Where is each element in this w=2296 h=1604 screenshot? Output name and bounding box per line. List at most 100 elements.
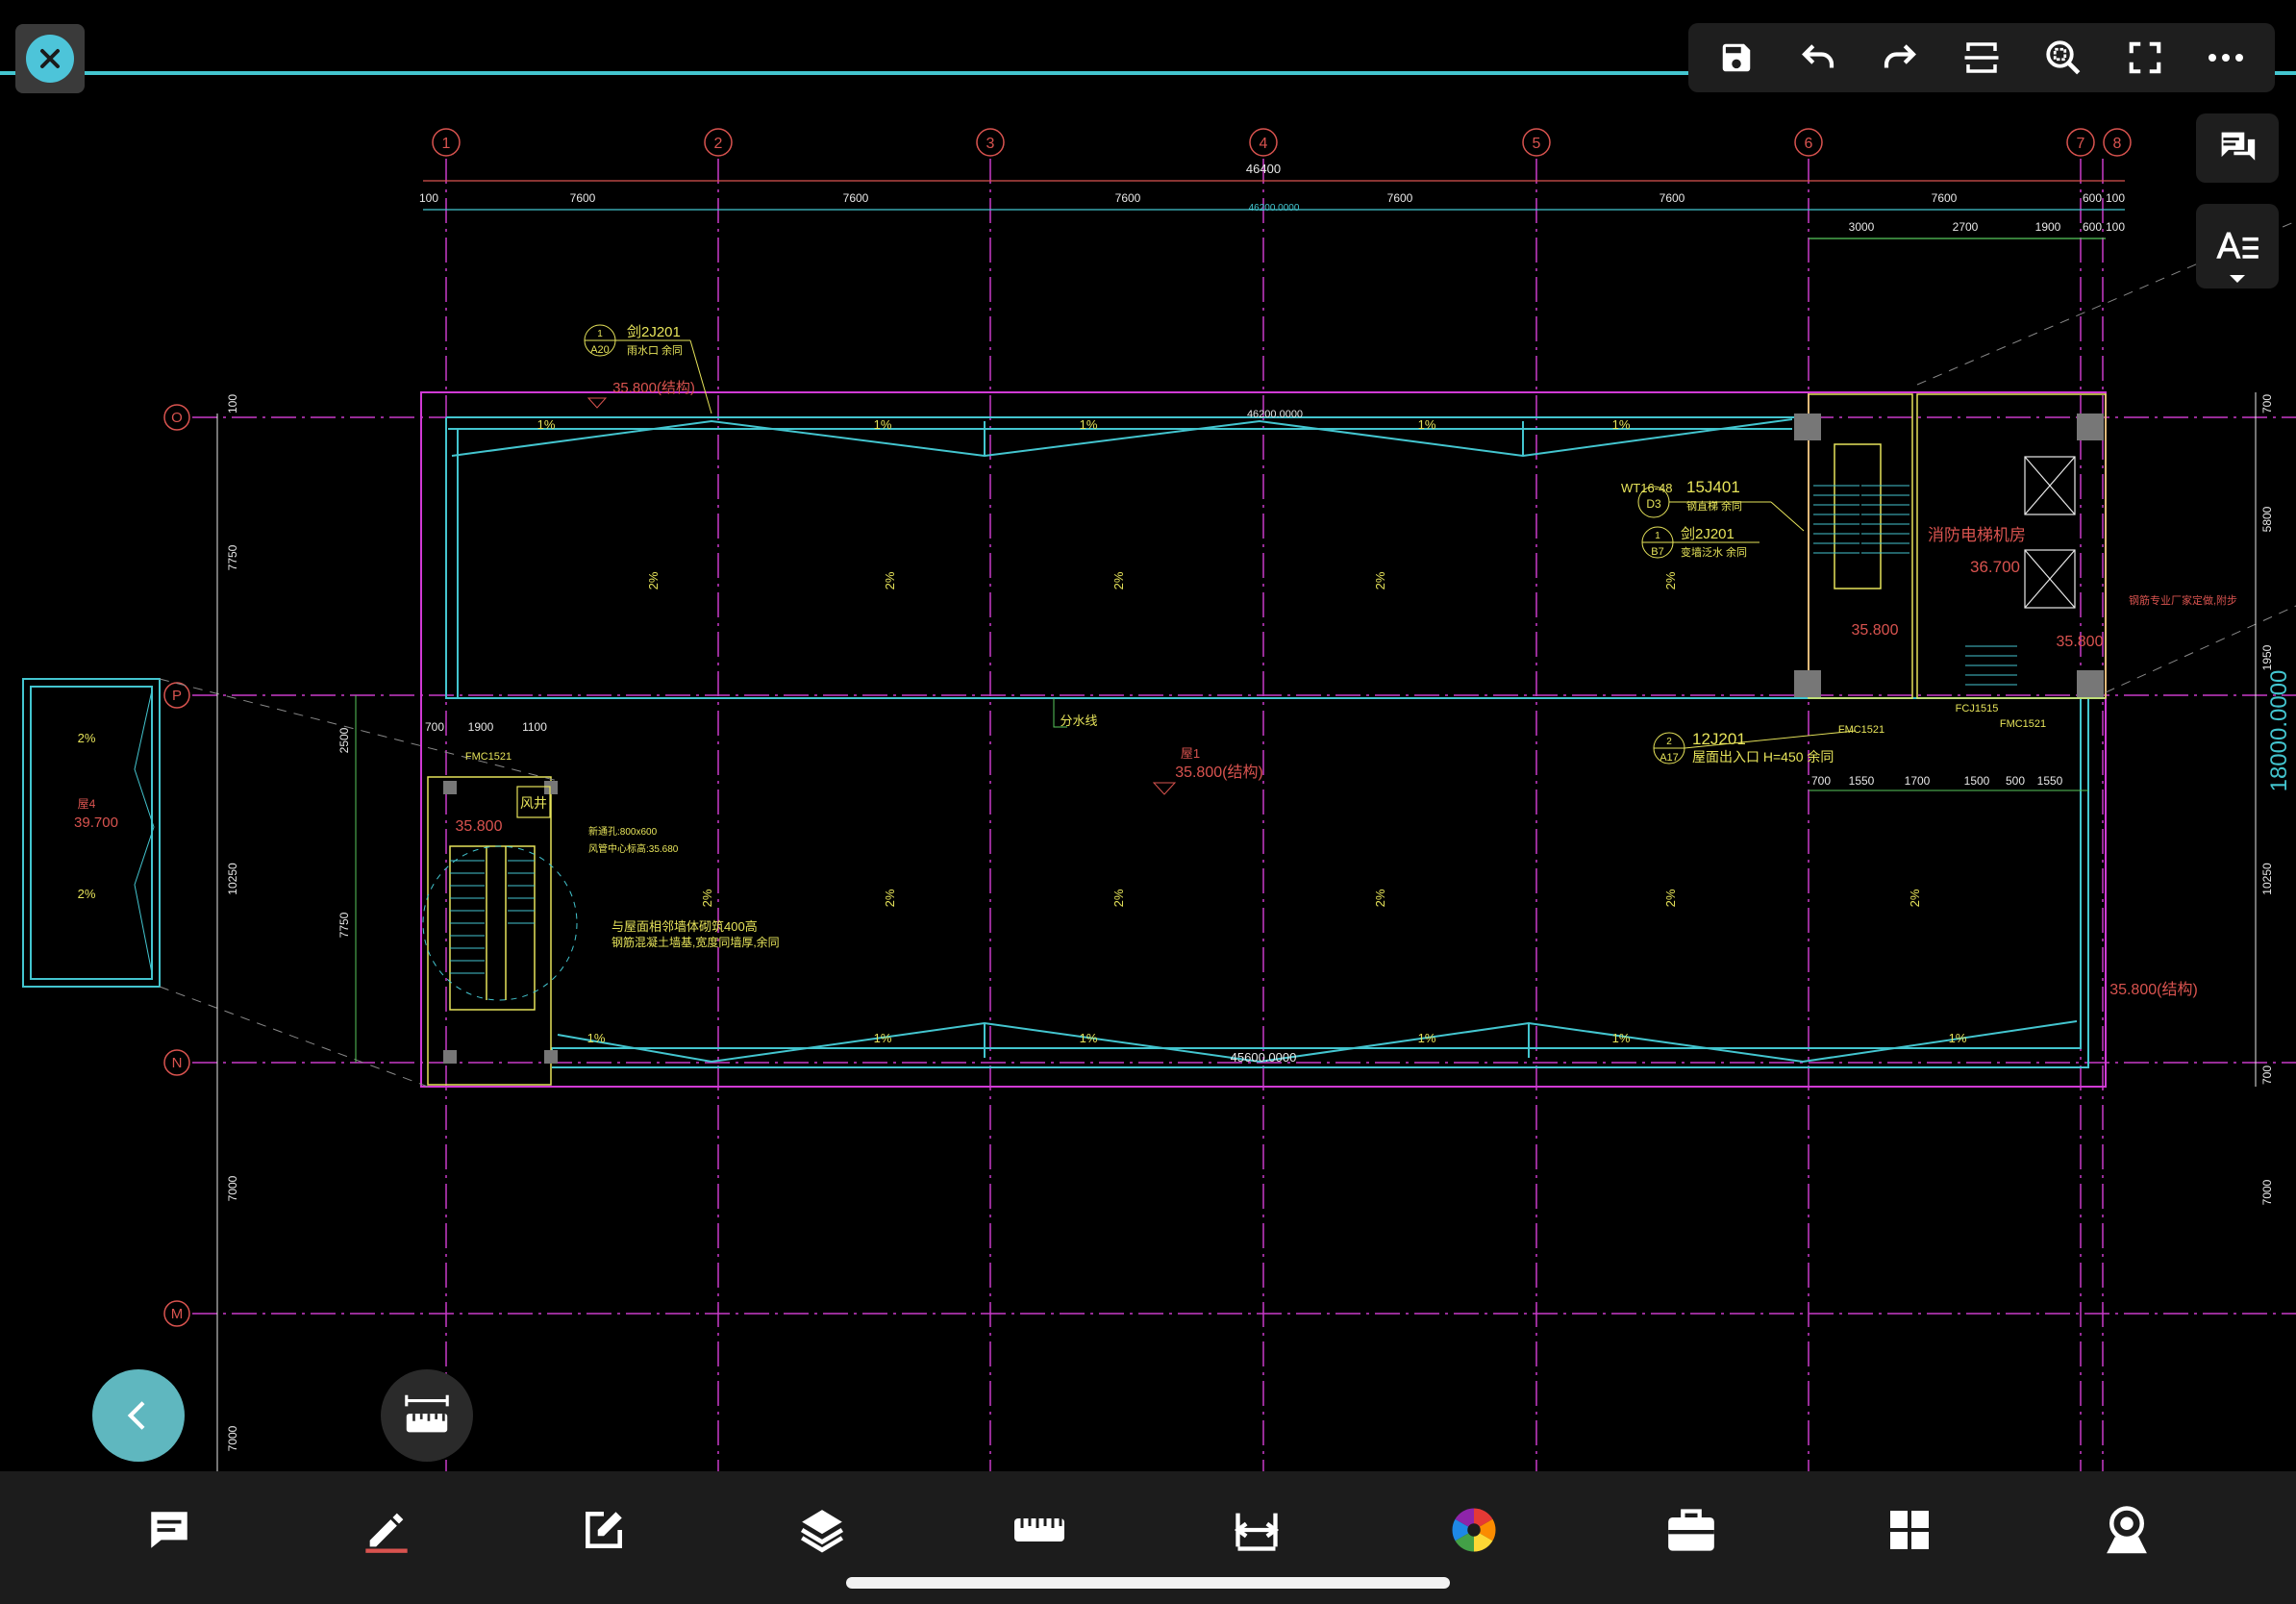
grid-bubble-label: 5 (1533, 136, 1541, 152)
wall-note-2: 钢筋混凝土墙基,宽度同墙厚,余同 (611, 935, 780, 949)
slope-label: 2% (1373, 889, 1387, 907)
save-icon[interactable] (1710, 31, 1763, 85)
text-style-button[interactable] (2196, 204, 2279, 288)
grid-bubble-label: P (172, 688, 182, 704)
slope-label: 2% (1111, 571, 1126, 589)
comments-panel-button[interactable] (2196, 113, 2279, 183)
grid-bubble-label: 4 (1260, 136, 1268, 152)
ruler-icon[interactable] (996, 1487, 1083, 1573)
comments-icon (2219, 132, 2256, 161)
slope-label: 2% (1373, 571, 1387, 589)
dimension-text: 100 (419, 191, 438, 205)
watershed-label: 分水线 (1060, 714, 1097, 728)
dimension-text: 1500 (1964, 774, 1990, 788)
slope-label: 1% (1080, 1031, 1098, 1045)
slope-annotations: 1% 1% 1% 1% 1% 1% 1% 1% 1% 1% 1% 2% 2% 2% 2% 2% 2% 2% 2% 2%… (78, 417, 1967, 1045)
redo-icon[interactable] (1873, 31, 1927, 85)
horizontal-grid-lines (192, 416, 2296, 1315)
comment-icon[interactable] (126, 1487, 212, 1573)
roof1-label: 屋1 (1181, 746, 1200, 761)
dimension-text: 700 (1811, 774, 1831, 788)
dimension-text: 7000 (2260, 1179, 2274, 1205)
slope-label: 1% (874, 1031, 892, 1045)
undo-icon[interactable] (1791, 31, 1845, 85)
left-small-dimension-texts: 700 1900 1100 (425, 720, 547, 734)
slope-label: 1% (1418, 1031, 1436, 1045)
slope-label: 1% (1612, 1031, 1631, 1045)
dimension-text: 700 (2260, 1065, 2274, 1085)
elevator-boxes (2024, 456, 2076, 609)
elevation-marker-1 (586, 397, 608, 409)
slope-label: 2% (1663, 889, 1678, 907)
svg-text:2: 2 (1666, 737, 1672, 747)
slope-label: 2% (1663, 571, 1678, 589)
grid-bubble-label: 3 (986, 136, 995, 152)
detail-ref-15J401: WT16-48 D3 15J401 钢直梯 余同 (1621, 478, 1805, 532)
crop-icon[interactable] (1955, 31, 2009, 85)
cad-drawing-canvas[interactable]: 1 2 3 4 5 6 7 8 O P N M 100 7600 7600 7600 7600 7600 760… (0, 0, 2296, 1471)
svg-text:剑2J201: 剑2J201 (627, 324, 681, 340)
slope-label: 2% (646, 571, 661, 589)
roof4-label: 屋4 (78, 797, 96, 811)
grid-bubble-label: 6 (1805, 136, 1813, 152)
pen-icon[interactable] (343, 1487, 430, 1573)
layers-icon[interactable] (779, 1487, 865, 1573)
roof4-outline (22, 678, 161, 988)
more-icon[interactable] (2199, 31, 2253, 85)
bottom-cyan-dim: 45600.0000 (1231, 1050, 1297, 1065)
toolbox-icon[interactable] (1648, 1487, 1734, 1573)
svg-text:A17: A17 (1660, 752, 1679, 764)
dimension-text: 1700 (1905, 774, 1931, 788)
dimension-text: 7600 (1660, 191, 1685, 205)
grid-bubble-label: 7 (2077, 136, 2085, 152)
slope-label: 2% (1111, 889, 1126, 907)
dimension-text: 7600 (1932, 191, 1958, 205)
dimension-text: 1550 (1849, 774, 1875, 788)
grid-bubble-label: 2 (714, 136, 723, 152)
home-indicator[interactable] (846, 1577, 1450, 1589)
grid-bubble-label: M (171, 1306, 184, 1322)
svg-text:钢直梯 余同: 钢直梯 余同 (1686, 499, 1742, 513)
right-stair-elevation: 35.800 (1852, 622, 1899, 639)
svg-text:1: 1 (597, 329, 603, 339)
color-wheel-icon[interactable] (1431, 1487, 1517, 1573)
slope-label: 1% (1949, 1031, 1967, 1045)
slope-label: 2% (700, 889, 714, 907)
dimension-text: 10250 (226, 863, 239, 895)
dimension-text: 7000 (226, 1425, 239, 1451)
main-roof-elevation: 35.800(结构) (612, 380, 695, 396)
measure-tool-button[interactable] (381, 1369, 473, 1462)
dimension-text: 2500 (337, 727, 351, 753)
dimension-text: 1550 (2037, 774, 2063, 788)
grid-icon[interactable] (1866, 1487, 1953, 1573)
zoom-icon[interactable] (2036, 31, 2090, 85)
dimension-text: 10250 (2260, 863, 2274, 895)
ruler-measure-icon (405, 1394, 449, 1433)
roof1-elevation: 35.800(结构) (1175, 764, 1263, 781)
wall-note-1: 与屋面相邻墙体砌筑400高 (611, 919, 758, 934)
close-button[interactable] (15, 24, 85, 93)
diagonal-guides (159, 220, 2296, 1088)
elevation-marker-2 (1152, 782, 1177, 795)
dimension-text: 7750 (337, 912, 351, 938)
dimension-text: 7750 (226, 544, 239, 570)
fullscreen-icon[interactable] (2118, 31, 2172, 85)
left-stair-elevation: 35.800 (456, 818, 503, 835)
cloud-icon[interactable] (2084, 1487, 2170, 1573)
dimension-text: 5800 (2260, 506, 2274, 532)
right-stair-treads (1813, 485, 2017, 686)
slope-label: 2% (883, 889, 897, 907)
dimension-text: 3000 (1849, 220, 1875, 234)
svg-text:A20: A20 (590, 344, 610, 356)
measure-icon[interactable] (1213, 1487, 1300, 1573)
left-stair-treads (450, 860, 535, 974)
edit-icon[interactable] (561, 1487, 647, 1573)
slope-label: 1% (587, 1031, 606, 1045)
dimension-text: 100 (2106, 191, 2125, 205)
svg-text:15J401: 15J401 (1686, 478, 1740, 496)
detail-ref-B7: 1 B7 剑2J201 变墙泛水 余同 (1641, 526, 1759, 559)
back-button[interactable] (92, 1369, 185, 1462)
dimension-text: 700 (425, 720, 444, 734)
overall-width-dim: 46400 (1246, 162, 1281, 176)
slope-label: 1% (1080, 417, 1098, 432)
